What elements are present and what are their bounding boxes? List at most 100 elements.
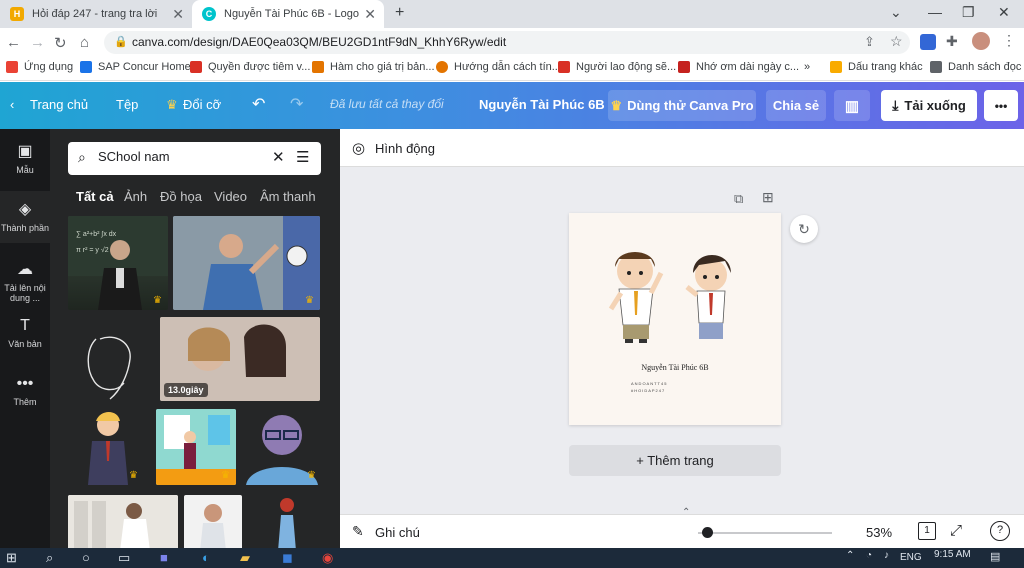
apps-grid-icon	[6, 61, 18, 73]
filter-sliders-icon[interactable]: ☰	[296, 148, 309, 166]
notifications-icon[interactable]: ▤	[990, 550, 1000, 563]
url-bar[interactable]: 🔒 canva.com/design/DAE0Qea03QM/BEU2GD1nt…	[104, 31, 910, 54]
tab-graphics[interactable]: Đồ họa	[160, 189, 202, 204]
result-graphic-girl[interactable]	[270, 495, 304, 548]
network-icon[interactable]: ◔	[866, 550, 872, 561]
rail-templates[interactable]: ▣ Mẫu	[0, 141, 50, 175]
animate-button[interactable]: Hình động	[375, 141, 435, 156]
add-page-icon[interactable]: ⊞	[762, 189, 774, 206]
tray-expand-icon[interactable]: ⌃	[846, 550, 854, 561]
browser-tab-hoidap[interactable]: H Hỏi đáp 247 - trang tra lời ✕	[0, 0, 192, 28]
help-icon[interactable]: ?	[990, 521, 1010, 541]
extension-meet-icon[interactable]	[920, 34, 936, 50]
rail-more[interactable]: ••• Thêm	[0, 375, 50, 407]
add-page-button[interactable]: + Thêm trang	[569, 445, 781, 476]
elements-panel: ⌕ ✕ ☰ Tất cả Ảnh Đồ họa Video Âm thanh ∑…	[50, 129, 340, 548]
editor-footer: ✎ Ghi chú 53% 1 ⤢ ?	[340, 514, 1024, 548]
rail-text[interactable]: T Văn bản	[0, 317, 50, 349]
design-page[interactable]: Nguyễn Tài Phúc 6B ANDOANTT45 #HOIDAP247	[569, 213, 781, 425]
fullscreen-icon[interactable]: ⤢	[950, 522, 962, 539]
home-icon[interactable]: ⌂	[80, 34, 89, 51]
browser-menu-icon[interactable]: ⋮	[1002, 32, 1016, 49]
rail-elements[interactable]: ◈ Thành phần	[0, 191, 50, 243]
result-photo-student-lockers[interactable]	[68, 495, 178, 548]
bookmark-reading-list[interactable]: Danh sách đọc	[930, 61, 1021, 73]
more-options-button[interactable]: •••	[984, 90, 1018, 121]
tab-videos[interactable]: Video	[214, 189, 247, 204]
tab-photos[interactable]: Ảnh	[124, 189, 147, 204]
maximize-icon[interactable]: ❐	[962, 4, 975, 21]
bookmark-nhom[interactable]: Nhớ ơm dài ngày c...	[678, 61, 799, 73]
bookmark-huongdan[interactable]: Hướng dẫn cách tín...	[436, 61, 561, 73]
close-tab-icon[interactable]: ✕	[364, 6, 376, 22]
profile-avatar[interactable]	[972, 32, 990, 50]
cortana-icon[interactable]: ○	[82, 550, 90, 565]
bookmark-nguoilaodong[interactable]: Người lao động sẽ...	[558, 61, 676, 73]
task-view-icon[interactable]: ▭	[118, 550, 130, 566]
try-pro-button[interactable]: ♛ Dùng thử Canva Pro	[608, 90, 756, 121]
magic-refresh-icon[interactable]: ↻	[790, 215, 818, 243]
download-button[interactable]: ⤓ Tải xuống	[881, 90, 977, 121]
share-page-icon[interactable]: ⇪	[864, 34, 875, 50]
search-input[interactable]	[98, 149, 258, 164]
duplicate-page-icon[interactable]: ⧉	[734, 191, 743, 207]
minimize-icon[interactable]: —	[928, 4, 942, 20]
tab-search-icon[interactable]: ⌄	[890, 4, 902, 21]
close-window-icon[interactable]: ✕	[998, 4, 1010, 21]
premium-crown-icon: ♛	[305, 295, 314, 306]
zalo-icon[interactable]: ◼	[282, 550, 293, 566]
browser-tab-canva[interactable]: C Nguyễn Tài Phúc 6B - Logo ✕	[192, 0, 384, 28]
bookmark-sap[interactable]: SAP Concur Home	[80, 61, 191, 73]
notes-button[interactable]: Ghi chú	[375, 525, 420, 540]
page-count-button[interactable]: 1	[918, 522, 936, 540]
tab-audio[interactable]: Âm thanh	[260, 189, 316, 204]
edge-icon[interactable]: ◐	[202, 550, 210, 565]
back-chevron-icon[interactable]: ‹	[10, 97, 14, 112]
result-video-students[interactable]: 13.0giây	[160, 317, 320, 401]
result-graphic-man-glasses[interactable]: ♛	[242, 409, 322, 485]
close-tab-icon[interactable]: ✕	[172, 6, 184, 22]
result-photo-boy-backpack[interactable]	[184, 495, 242, 548]
bookmark-quyen[interactable]: Quyền được tiêm v...	[190, 61, 310, 73]
result-photo-teacher-pointing[interactable]: ♛	[173, 216, 320, 310]
bookmark-star-icon[interactable]: ☆	[890, 33, 903, 50]
zoom-percent[interactable]: 53%	[866, 525, 892, 540]
bookmark-other[interactable]: Dấu trang khác	[830, 61, 923, 73]
undo-icon[interactable]: ↶	[252, 94, 265, 114]
redo-icon[interactable]: ↷	[290, 94, 303, 114]
clock-time[interactable]: 9:15 AM	[934, 549, 971, 560]
teams-icon[interactable]: ■	[160, 550, 168, 565]
extensions-puzzle-icon[interactable]: ✚	[946, 33, 958, 50]
back-icon[interactable]: ←	[6, 34, 21, 51]
design-title[interactable]: Nguyễn Tài Phúc 6B	[479, 97, 605, 112]
result-graphic-cartoon-man[interactable]: ♛	[72, 409, 144, 485]
new-tab-button[interactable]: +	[395, 4, 404, 22]
tab-all[interactable]: Tất cả	[76, 189, 114, 204]
result-graphic-line-hair[interactable]	[80, 329, 140, 401]
insights-chart-icon[interactable]: ▥	[834, 90, 870, 121]
zoom-slider-thumb[interactable]	[701, 527, 713, 538]
chrome-icon[interactable]: ◉	[322, 550, 333, 566]
zoom-slider-track[interactable]	[698, 532, 832, 534]
bookmark-apps[interactable]: Ứng dụng	[6, 61, 73, 73]
language-indicator[interactable]: ENG	[900, 552, 922, 563]
site-icon	[678, 61, 690, 73]
home-link[interactable]: Trang chủ	[30, 97, 88, 112]
windows-start-icon[interactable]: ⊞	[6, 550, 17, 566]
reload-icon[interactable]: ↻	[54, 34, 67, 52]
clear-search-icon[interactable]: ✕	[272, 148, 285, 166]
bookmarks-overflow-icon[interactable]: »	[804, 61, 810, 73]
rail-uploads[interactable]: ☁ Tải lên nội dung ...	[0, 259, 50, 303]
address-toolbar: ← → ↻ ⌂ 🔒 canva.com/design/DAE0Qea03QM/B…	[0, 28, 1024, 57]
search-icon[interactable]: ⌕	[46, 550, 53, 566]
share-button[interactable]: Chia sẻ	[766, 90, 826, 121]
forward-icon[interactable]: →	[30, 34, 45, 51]
result-graphic-classroom[interactable]: ♛	[156, 409, 236, 485]
volume-icon[interactable]: ♪	[884, 550, 889, 561]
bookmark-ham[interactable]: Hàm cho giá trị bản...	[312, 61, 435, 73]
file-explorer-icon[interactable]: ▰	[240, 550, 250, 566]
bookmark-label: Hàm cho giá trị bản...	[330, 61, 435, 73]
resize-button[interactable]: Đổi cỡ	[183, 97, 221, 112]
file-menu[interactable]: Tệp	[116, 97, 138, 112]
result-photo-teacher-chalkboard[interactable]: ∑ a²+b² ∫x dx π r² = y √2 ♛	[68, 216, 168, 310]
